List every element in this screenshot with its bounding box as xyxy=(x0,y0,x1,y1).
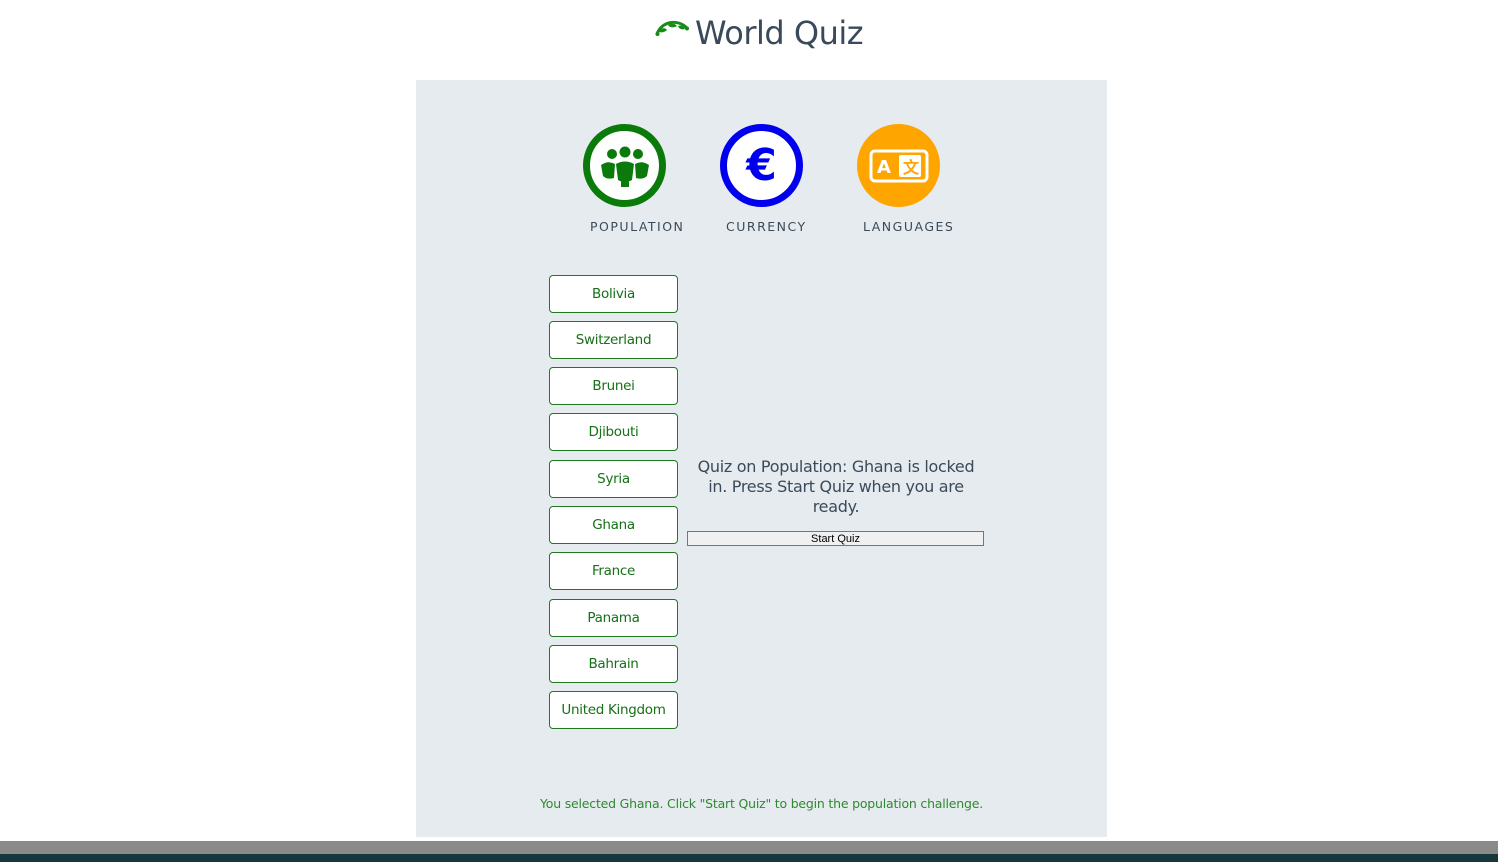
country-button-bolivia[interactable]: Bolivia xyxy=(549,275,678,313)
country-button-bahrain[interactable]: Bahrain xyxy=(549,645,678,683)
euro-icon: € xyxy=(746,139,777,191)
country-button-switzerland[interactable]: Switzerland xyxy=(549,321,678,359)
country-button-panama[interactable]: Panama xyxy=(549,599,678,637)
quiz-message: Quiz on Population: Ghana is locked in. … xyxy=(697,457,975,516)
svg-text:A: A xyxy=(877,157,891,178)
translate-icon: A 文 xyxy=(869,149,928,182)
topic-population-label: POPULATION xyxy=(590,219,685,234)
topic-population-button[interactable] xyxy=(583,124,666,207)
logo[interactable]: World Quiz xyxy=(655,14,864,52)
country-button-syria[interactable]: Syria xyxy=(549,460,678,498)
quiz-panel: POPULATION € CURRENCY A 文 LANGUAGES Boli… xyxy=(416,80,1107,837)
footer-strip xyxy=(0,854,1498,862)
app-title: World Quiz xyxy=(695,14,864,52)
country-button-united-kingdom[interactable]: United Kingdom xyxy=(549,691,678,729)
header: World Quiz xyxy=(0,0,1498,80)
country-button-brunei[interactable]: Brunei xyxy=(549,367,678,405)
svg-text:文: 文 xyxy=(903,158,920,177)
globe-arc-icon xyxy=(655,20,689,36)
topic-currency-button[interactable]: € xyxy=(720,124,803,207)
topic-currency-label: CURRENCY xyxy=(726,219,807,234)
country-button-djibouti[interactable]: Djibouti xyxy=(549,413,678,451)
topic-languages-label: LANGUAGES xyxy=(863,219,955,234)
country-button-ghana[interactable]: Ghana xyxy=(549,506,678,544)
status-message: You selected Ghana. Click "Start Quiz" t… xyxy=(539,796,984,811)
country-button-france[interactable]: France xyxy=(549,552,678,590)
start-quiz-button[interactable]: Start Quiz xyxy=(687,531,984,546)
footer-bar xyxy=(0,841,1498,854)
topic-languages-button[interactable]: A 文 xyxy=(857,124,940,207)
people-icon xyxy=(600,146,649,187)
